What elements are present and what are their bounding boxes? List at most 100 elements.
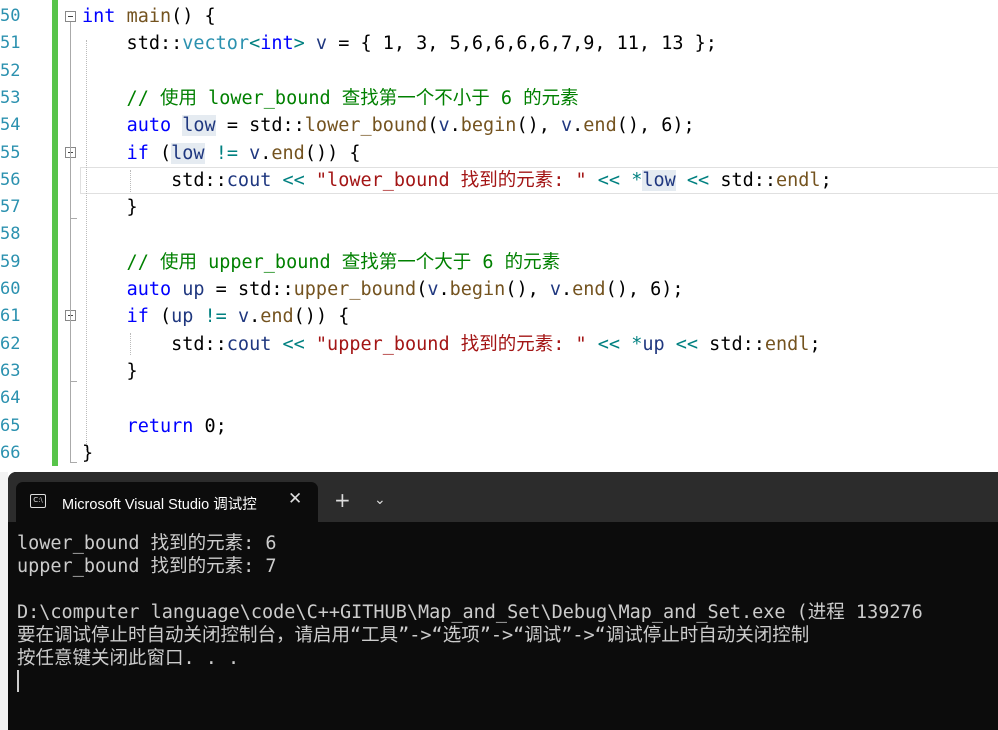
code-line[interactable]: int main() { <box>82 3 216 30</box>
fold-end-if-up <box>70 381 77 382</box>
code-token: auto <box>126 279 172 300</box>
code-token: v <box>237 306 250 328</box>
line-number: 63 <box>0 360 21 381</box>
code-token: auto <box>126 115 172 137</box>
code-line[interactable]: return 0; <box>82 413 227 440</box>
code-token: "upper_bound 找到的元素: " <box>315 333 587 355</box>
code-token: std:: <box>82 33 183 55</box>
code-line[interactable]: // 使用 lower_bound 查找第一个不小于 6 的元素 <box>82 85 579 112</box>
code-token: lower_bound <box>304 115 428 137</box>
line-number: 59 <box>0 251 21 272</box>
code-token: ()) { <box>293 306 350 328</box>
console-output-line: 要在调试停止时自动关闭控制台，请启用“工具”->“选项”->“调试”->“调试停… <box>17 625 810 646</box>
code-token: } <box>82 197 138 219</box>
code-token: if <box>126 306 149 328</box>
code-token: () { <box>171 6 216 27</box>
line-number: 50 <box>0 6 21 26</box>
code-token: ()) { <box>304 142 361 164</box>
code-token: ; <box>809 333 821 355</box>
code-token: up <box>171 306 194 328</box>
code-line[interactable]: } <box>82 440 93 467</box>
code-token: . <box>572 115 584 137</box>
code-token: // 使用 upper_bound 查找第一个大于 6 的元素 <box>82 251 561 273</box>
debug-console-window[interactable]: C:\ Microsoft Visual Studio 调试控 ✕ + ⌄ lo… <box>8 472 998 730</box>
code-token: != <box>215 142 238 164</box>
line-number: 62 <box>0 333 21 354</box>
code-token: low <box>182 115 216 137</box>
code-token: (), 6); <box>605 279 684 300</box>
code-line[interactable]: std::vector<int> v = { 1, 3, 5,6,6,6,6,7… <box>82 30 717 57</box>
code-line[interactable]: auto up = std::upper_bound(v.begin(), v.… <box>82 276 684 303</box>
fold-toggle-main-icon[interactable] <box>65 11 76 22</box>
code-token: << <box>282 169 305 191</box>
code-line[interactable]: std::cout << "lower_bound 找到的元素: " << *l… <box>82 167 832 194</box>
code-token: (), <box>505 279 550 300</box>
console-output-line: upper_bound 找到的元素: 7 <box>17 556 277 577</box>
code-token: // 使用 lower_bound 查找第一个不小于 6 的元素 <box>82 87 579 109</box>
code-line[interactable]: std::cout << "upper_bound 找到的元素: " << *u… <box>82 331 821 358</box>
code-line[interactable]: } <box>82 194 138 221</box>
code-line[interactable]: if (low != v.end()) { <box>82 140 361 167</box>
code-token: v <box>438 115 450 137</box>
code-token: (), <box>516 115 562 137</box>
code-token: v <box>315 33 328 55</box>
console-output-line: D:\computer language\code\C++GITHUB\Map_… <box>17 602 923 623</box>
close-tab-icon[interactable]: ✕ <box>288 489 302 509</box>
tab-title: Microsoft Visual Studio 调试控 <box>62 497 257 513</box>
code-token: << <box>686 169 710 191</box>
code-token: ( <box>148 142 172 164</box>
tab-debug-console[interactable]: C:\ Microsoft Visual Studio 调试控 ✕ <box>16 482 318 522</box>
fold-end-if-low <box>70 218 77 219</box>
code-editor[interactable]: 50 51 52 53 54 55 56 57 58 59 60 61 62 63 64 65 66 int m… <box>0 0 998 472</box>
background-window-strip <box>0 472 8 730</box>
code-line[interactable]: auto low = std::lower_bound(v.begin(), v… <box>82 112 695 139</box>
code-line[interactable]: if (up != v.end()) { <box>82 303 350 330</box>
code-token: ( <box>416 279 428 300</box>
code-token: end <box>583 115 617 137</box>
code-token: << <box>282 333 305 355</box>
code-token: main <box>126 6 172 27</box>
code-token: up <box>182 279 205 300</box>
code-token: * <box>631 333 643 355</box>
code-token: end <box>271 142 305 164</box>
code-token: = std:: <box>204 279 294 300</box>
code-token: return <box>126 415 194 437</box>
code-token: endl <box>764 333 810 355</box>
code-token: != <box>204 306 227 328</box>
code-line[interactable]: // 使用 upper_bound 查找第一个大于 6 的元素 <box>82 249 561 276</box>
code-token: begin <box>460 115 517 137</box>
code-token: v <box>427 279 439 300</box>
line-number: 58 <box>0 224 21 245</box>
code-token: . <box>249 306 261 328</box>
code-token: << <box>597 333 621 355</box>
line-number: 55 <box>0 142 21 163</box>
code-token: ( <box>427 115 439 137</box>
code-token: > <box>293 33 305 55</box>
code-token: vector <box>182 33 250 55</box>
code-token: low <box>642 169 676 191</box>
line-number: 53 <box>0 87 21 108</box>
code-token: ; <box>820 169 832 191</box>
code-token: "lower_bound 找到的元素: " <box>315 169 587 191</box>
code-token: ( <box>148 306 172 328</box>
code-token: std:: <box>82 169 227 191</box>
chevron-down-icon[interactable]: ⌄ <box>374 492 386 508</box>
code-line[interactable]: } <box>82 358 138 385</box>
code-token: (), 6); <box>616 115 695 137</box>
code-token: 0; <box>193 415 227 437</box>
new-tab-plus-icon[interactable]: + <box>334 488 351 512</box>
